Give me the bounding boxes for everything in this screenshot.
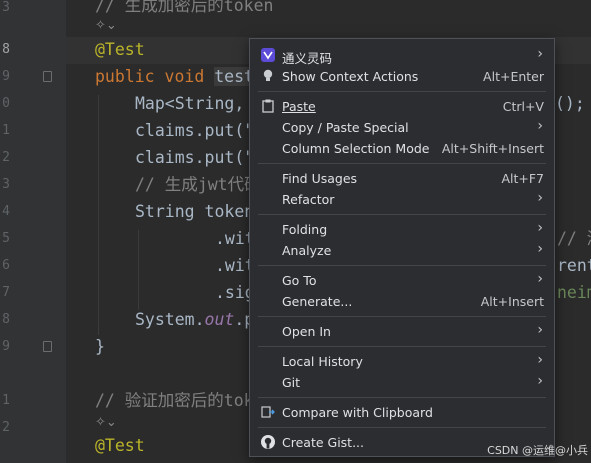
github-icon [260,434,276,450]
menu-separator [258,163,546,164]
menu-separator [258,427,546,428]
ai-hint-icon[interactable]: ✧⌄ [95,415,117,430]
code-annotation: @Test [95,436,145,455]
menu-item-shortcut: Ctrl+V [502,99,544,114]
menu-item-shortcut: Alt+Insert [480,294,544,309]
menu-item-analyze[interactable]: Analyze › [250,240,554,261]
line-number: 3 [2,177,10,192]
menu-item-find-usages[interactable]: Find Usages Alt+F7 [250,168,554,189]
code-comment: // 验证加密后的tok [95,391,254,410]
watermark: CSDN @运维@小兵 [487,444,588,457]
line-number: 8 [2,42,10,57]
code-line: rent [557,256,591,275]
submenu-arrow-icon: › [537,271,543,287]
menu-item-local-history[interactable]: Local History › [250,351,554,372]
code-line: } [95,337,105,356]
line-number: 6 [2,258,10,273]
code-comment: // 生成加密后的token [95,0,274,15]
fold-marker-icon[interactable] [43,341,52,352]
menu-item-shortcut: Alt+F7 [501,171,544,186]
menu-item-go-to[interactable]: Go To › [250,270,554,291]
menu-item-shortcut: Alt+Shift+Insert [441,141,544,156]
line-number: 0 [2,96,10,111]
line-number: 8 [2,312,10,327]
menu-item-paste[interactable]: Paste Ctrl+V [250,96,554,117]
code-comment: // 添 [557,229,591,248]
menu-item-label: Analyze [282,243,332,258]
menu-item-label: Paste [282,99,316,114]
context-menu: 通义灵码 › Show Context Actions Alt+Enter Pa… [249,38,555,457]
menu-item-label: Create Gist... [282,435,365,450]
submenu-arrow-icon: › [537,46,543,62]
menu-item-folding[interactable]: Folding › [250,219,554,240]
menu-item-label: Refactor [282,192,335,207]
menu-item-generate[interactable]: Generate... Alt+Insert [250,291,554,312]
lightbulb-icon [260,68,276,84]
menu-item-shortcut: Alt+Enter [483,69,544,84]
fold-marker-icon[interactable] [43,71,52,82]
line-number: 1 [2,393,10,408]
submenu-arrow-icon: › [537,352,543,368]
menu-item-label: Compare with Clipboard [282,405,433,420]
code-line: claims.put(" [135,148,255,167]
menu-separator [258,91,546,92]
submenu-arrow-icon: › [537,241,543,257]
menu-item-refactor[interactable]: Refactor › [250,189,554,210]
menu-item-label: Generate... [282,294,353,309]
ai-hint-icon[interactable]: ✧⌄ [95,18,117,33]
line-number: 2 [2,420,10,435]
menu-separator [258,214,546,215]
code-annotation: @Test [95,40,145,59]
menu-item-label: Folding [282,222,328,237]
line-number: 3 [2,0,10,15]
menu-item-show-context-actions[interactable]: Show Context Actions Alt+Enter [250,66,554,87]
code-line: System.out.p [135,310,255,329]
menu-separator [258,397,546,398]
code-string: neima [557,283,591,302]
submenu-arrow-icon: › [537,322,543,338]
code-comment: // 生成jwt代码 [135,175,261,194]
code-line: claims.put(" [135,121,255,140]
menu-separator [258,265,546,266]
menu-item-label: Open In [282,324,331,339]
submenu-arrow-icon: › [537,190,543,206]
line-number: 9 [2,69,10,84]
indent-guide [138,230,139,310]
code-method-signature: public void test [95,67,254,86]
menu-item-label: Column Selection Mode [282,141,430,156]
menu-item-git[interactable]: Git › [250,372,554,393]
code-line: String token [135,202,255,221]
menu-item-column-selection-mode[interactable]: Column Selection Mode Alt+Shift+Insert [250,138,554,159]
menu-item-copy-paste-special[interactable]: Copy / Paste Special › [250,117,554,138]
menu-item-label: 通义灵码 [282,51,333,66]
code-line: Map<String, [135,94,245,113]
menu-separator [258,316,546,317]
menu-item-compare-with-clipboard[interactable]: Compare with Clipboard [250,402,554,423]
line-number: 7 [2,285,10,300]
line-number: 4 [2,204,10,219]
tongyi-icon [260,47,276,63]
menu-item-label: Local History [282,354,363,369]
menu-item-label: Show Context Actions [282,69,419,84]
compare-clipboard-icon [260,404,276,420]
line-number: 5 [2,231,10,246]
line-number: 2 [2,150,10,165]
submenu-arrow-icon: › [537,220,543,236]
submenu-arrow-icon: › [537,118,543,134]
code-line: (); [555,94,585,113]
menu-item-label: Git [282,375,301,390]
menu-separator [258,346,546,347]
submenu-arrow-icon: › [537,373,543,389]
line-number: 1 [2,123,10,138]
menu-item-open-in[interactable]: Open In › [250,321,554,342]
menu-item-tongyi[interactable]: 通义灵码 › [250,45,554,66]
clipboard-icon [260,98,276,114]
line-number: 9 [2,339,10,354]
indent-guide [98,95,99,335]
menu-item-label: Find Usages [282,171,358,186]
menu-item-label: Copy / Paste Special [282,120,409,135]
menu-item-label: Go To [282,273,317,288]
